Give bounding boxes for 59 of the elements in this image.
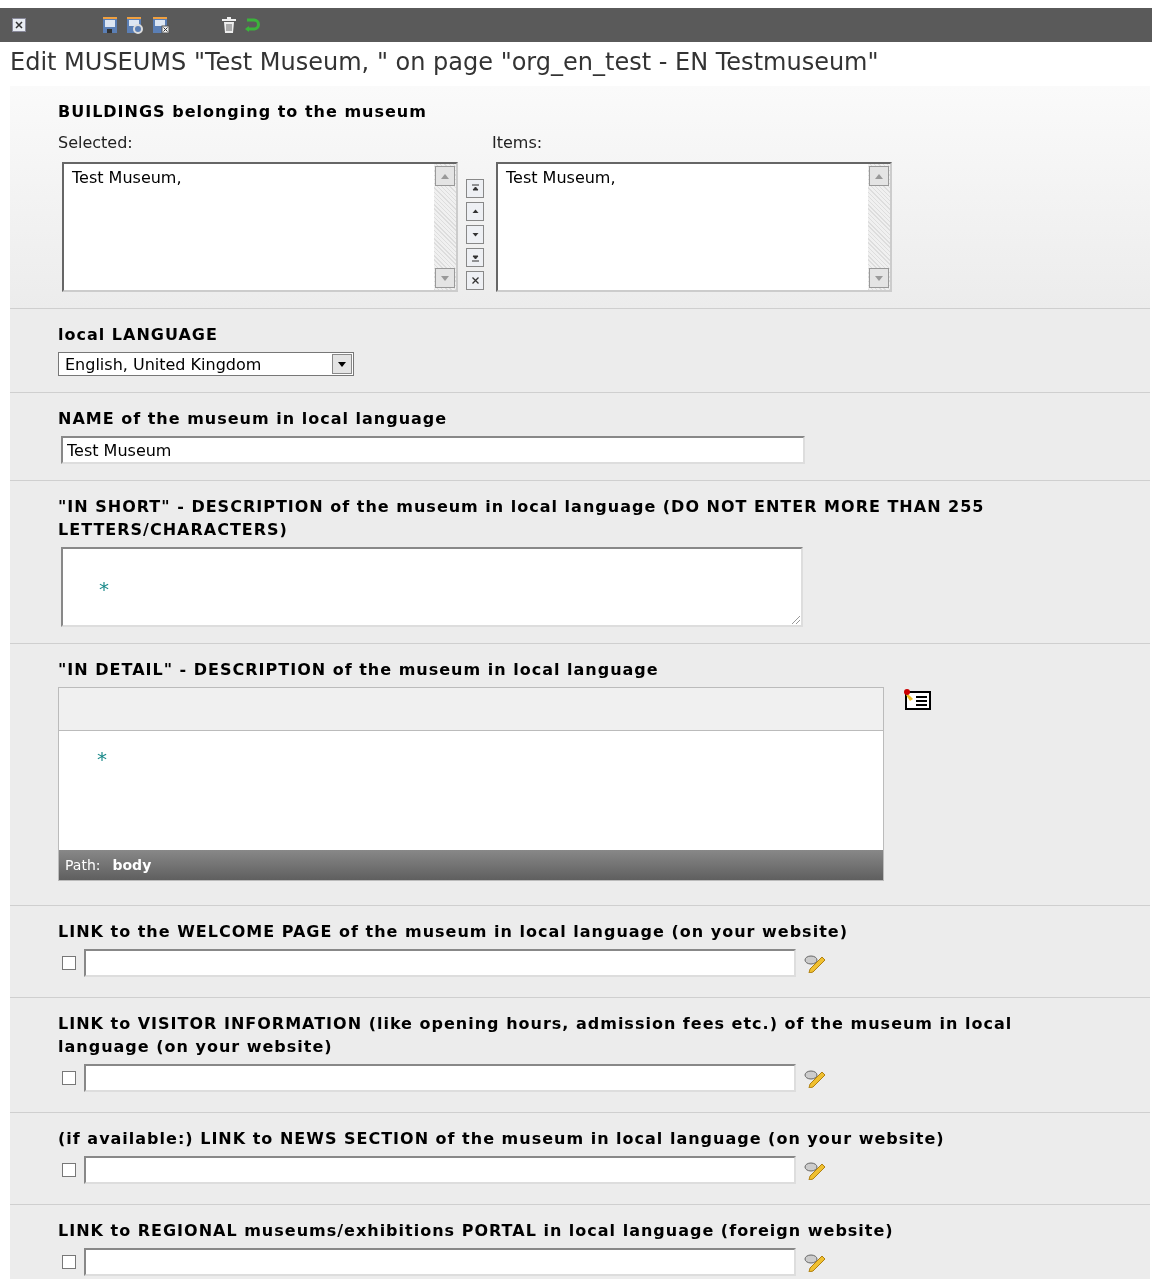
page-title: Edit MUSEUMS "Test Museum, " on page "org_en_test - EN Testmuseum" [9,47,880,78]
list-item[interactable]: Test Museum, [506,168,860,187]
items-listbox[interactable]: Test Museum, [496,162,892,292]
pencil-icon[interactable] [804,1252,826,1272]
checkbox[interactable] [62,1163,76,1177]
field-label: "IN DETAIL" - DESCRIPTION of the museum in local language [58,659,660,681]
close-icon [469,275,481,286]
checkbox[interactable] [62,1255,76,1269]
pencil-icon[interactable] [804,1068,826,1088]
selected-listbox[interactable]: Test Museum, [62,162,458,292]
arrow-to-top-icon [469,183,481,194]
required-marker: * [99,577,109,601]
dropdown-arrow-icon [338,361,346,367]
scroll-up-icon[interactable] [441,173,449,179]
short-description-textarea[interactable]: * [61,547,803,627]
move-up-button[interactable] [466,202,484,221]
save-icon[interactable] [102,16,118,34]
move-down-button[interactable] [466,225,484,244]
scroll-down-icon[interactable] [441,275,449,281]
arrow-to-bottom-icon [469,252,481,263]
move-top-button[interactable] [466,179,484,198]
list-label: Items: [492,133,544,152]
scrollbar[interactable] [868,164,890,290]
list-edit-icon[interactable] [902,687,932,711]
required-marker: * [97,747,107,771]
link-input[interactable] [84,1248,796,1276]
link-input[interactable] [84,1156,796,1184]
name-input[interactable]: Test Museum [61,436,805,464]
field-label: LINK to REGIONAL museums/exhibitions PORTAL in local language (foreign website) [58,1220,895,1242]
save-refresh-icon[interactable] [126,16,144,34]
resize-grip-icon[interactable] [789,613,801,625]
field-label: BUILDINGS belonging to the museum [58,101,428,123]
rich-text-editor[interactable]: * Path: body [58,687,884,881]
remove-button[interactable] [466,271,484,290]
pencil-icon[interactable] [804,953,826,973]
path-value: body [112,857,152,873]
field-label: NAME of the museum in local language [58,408,449,430]
list-item[interactable]: Test Museum, [72,168,426,187]
close-button[interactable] [12,18,26,32]
scroll-up-icon[interactable] [875,173,883,179]
checkbox[interactable] [62,1071,76,1085]
save-close-icon[interactable] [152,16,170,34]
field-label: "IN SHORT" - DESCRIPTION of the museum in local language (DO NOT ENTER MORE THAN 255 LETTERS/CHARACTERS) [58,496,986,541]
pencil-icon[interactable] [804,1160,826,1180]
undo-icon[interactable] [244,17,260,33]
field-label: local LANGUAGE [58,324,219,346]
link-input[interactable] [84,949,796,977]
scrollbar[interactable] [434,164,456,290]
scroll-down-icon[interactable] [875,275,883,281]
language-select[interactable]: English, United Kingdom [58,352,354,376]
field-label: (if available:) LINK to NEWS SECTION of the museum in local language (on your website) [58,1128,946,1150]
field-label: LINK to VISITOR INFORMATION (like opening hours, admission fees etc.) of the museum in local language (on your website) [58,1013,1014,1058]
move-bottom-button[interactable] [466,248,484,267]
list-label: Selected: [58,133,134,152]
checkbox[interactable] [62,956,76,970]
path-label: Path: [65,857,101,873]
trash-icon[interactable] [222,17,236,33]
field-label: LINK to the WELCOME PAGE of the museum in local language (on your website) [58,921,849,943]
link-input[interactable] [84,1064,796,1092]
